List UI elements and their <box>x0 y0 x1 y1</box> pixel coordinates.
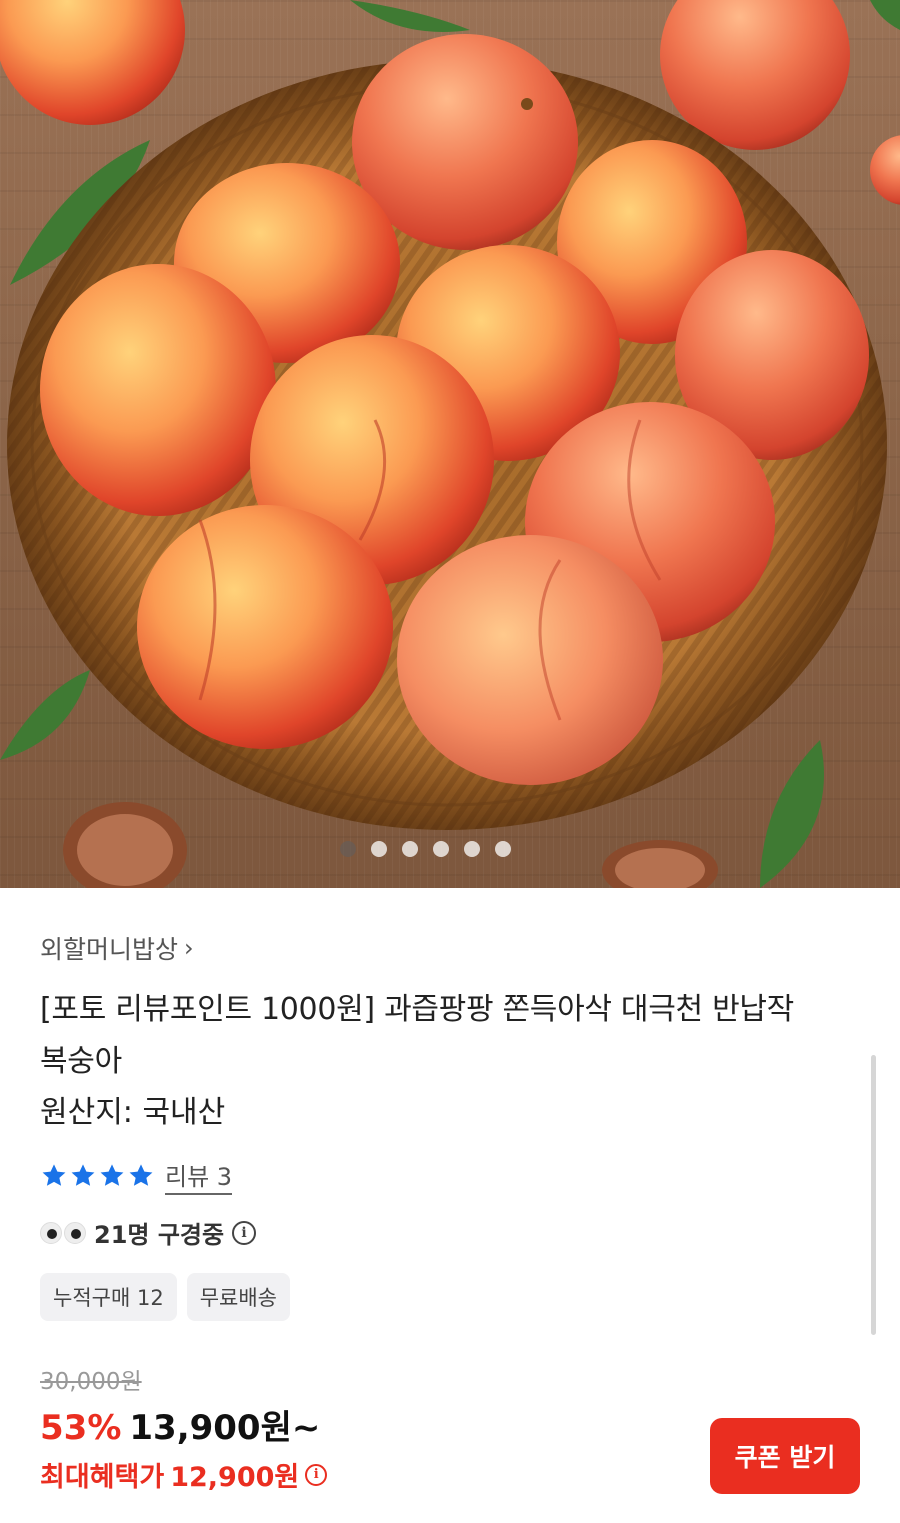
star-icon <box>71 1164 95 1186</box>
product-image-carousel[interactable] <box>0 0 900 888</box>
carousel-indicator[interactable] <box>0 841 900 859</box>
price-row: 53% 13,900원~ <box>40 1400 320 1449</box>
eyes-icon <box>40 1221 86 1244</box>
carousel-dot[interactable] <box>432 841 449 857</box>
viewer-count: 21명 구경중 <box>94 1221 225 1249</box>
benefit-price: 12,900원 <box>170 1462 300 1493</box>
discount-rate: 53% <box>40 1408 122 1448</box>
badge-list: 누적구매 12 무료배송 <box>40 1273 290 1321</box>
carousel-dot[interactable] <box>339 841 356 857</box>
max-benefit-price: 최대혜택가 12,900원 i <box>40 1455 328 1494</box>
original-price: 30,000원 <box>40 1369 142 1395</box>
benefit-label: 최대혜택가 <box>40 1462 165 1493</box>
star-icon <box>100 1164 124 1186</box>
star-icon <box>42 1164 66 1186</box>
carousel-dot[interactable] <box>463 841 480 857</box>
scrollbar[interactable] <box>871 1055 876 1335</box>
star-icon <box>129 1164 153 1186</box>
review-link[interactable]: 리뷰 3 <box>165 1157 233 1195</box>
carousel-dot[interactable] <box>370 841 387 857</box>
sale-price: 13,900원~ <box>129 1408 321 1448</box>
rating-row: 리뷰 3 <box>40 1157 233 1195</box>
seller-link[interactable]: 외할머니밥상 › <box>40 930 194 966</box>
carousel-dot[interactable] <box>494 841 511 857</box>
badge-free-shipping: 무료배송 <box>186 1273 290 1321</box>
seller-name: 외할머니밥상 <box>40 935 179 964</box>
product-origin: 원산지: 국내산 <box>40 1095 226 1130</box>
star-rating <box>40 1162 155 1190</box>
coupon-button[interactable]: 쿠폰 받기 <box>710 1418 860 1494</box>
product-title: [포토 리뷰포인트 1000원] 과즙팡팡 쫀득아삭 대극천 반납작 복숭아 <box>40 992 794 1079</box>
info-icon[interactable]: i <box>232 1220 257 1245</box>
info-icon[interactable]: i <box>305 1463 328 1486</box>
viewers-row: 21명 구경중 i <box>40 1215 257 1250</box>
chevron-right-icon: › <box>184 934 194 962</box>
carousel-dot[interactable] <box>401 841 418 857</box>
badge-purchase-count: 누적구매 12 <box>40 1273 177 1321</box>
product-photo <box>0 0 900 888</box>
